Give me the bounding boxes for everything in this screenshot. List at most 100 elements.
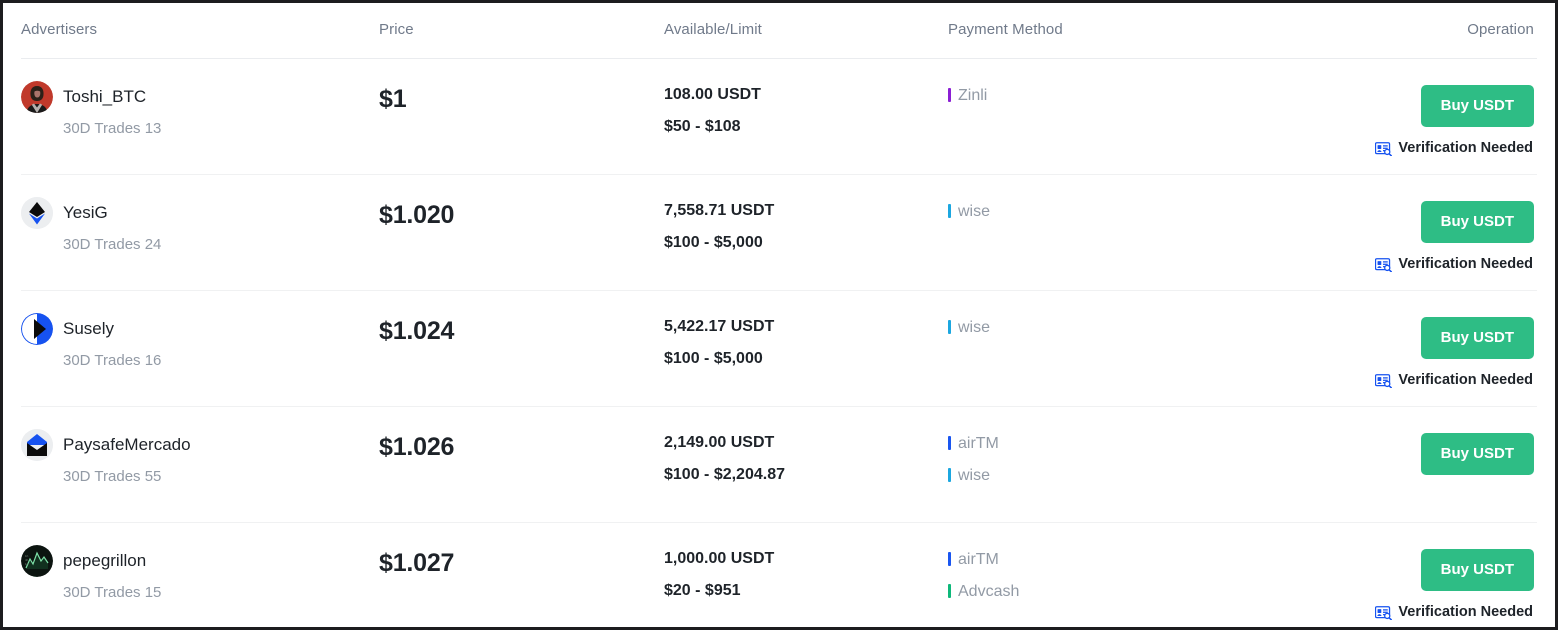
payment-method-cell: Zinli <box>948 85 1311 117</box>
payment-method-color-bar <box>948 320 951 334</box>
id-card-search-icon <box>1375 141 1393 156</box>
payment-method-label: wise <box>958 466 991 484</box>
price-value: $1.024 <box>379 317 455 345</box>
buy-usdt-button[interactable]: Buy USDT <box>1420 85 1534 127</box>
payment-method-cell: airTM wise <box>948 433 1311 497</box>
avatar <box>21 197 53 229</box>
advertiser-cell: PaysafeMercado 30D Trades 55 <box>21 429 379 486</box>
verification-needed-label: Verification Needed <box>1398 256 1533 272</box>
payment-method-label: wise <box>958 202 991 220</box>
table-header-row: Advertisers Price Available/Limit Paymen… <box>21 3 1537 59</box>
available-amount: 7,558.71 USDT <box>664 202 775 219</box>
payment-method-color-bar <box>948 468 951 482</box>
limit-range: $100 - $2,204.87 <box>664 466 785 483</box>
payment-method-label: Zinli <box>958 86 988 104</box>
payment-method-color-bar <box>948 204 951 218</box>
id-card-search-icon <box>1375 373 1393 388</box>
advertiser-name[interactable]: PaysafeMercado <box>63 435 191 455</box>
table-row: PaysafeMercado 30D Trades 55 $1.026 2,149.0… <box>21 407 1537 523</box>
payment-method-label: airTM <box>958 550 999 568</box>
column-header-payment-method: Payment Method <box>948 21 1063 38</box>
column-header-available-limit: Available/Limit <box>664 21 762 38</box>
column-header-advertisers: Advertisers <box>21 21 98 38</box>
table-row: Toshi_BTC 30D Trades 13 $1 108.00 USDT $50 -… <box>21 59 1537 175</box>
payment-method-item: Advcash <box>948 581 1311 601</box>
avatar <box>21 429 53 461</box>
verification-needed-badge: Verification Needed <box>1375 372 1534 389</box>
payment-method-cell: wise <box>948 317 1311 349</box>
buy-usdt-button[interactable]: Buy USDT <box>1420 549 1534 591</box>
available-limit-cell: 5,422.17 USDT $100 - $5,000 <box>664 317 948 368</box>
advertiser-identity[interactable]: Susely <box>21 313 379 345</box>
price-value: $1.020 <box>379 201 455 229</box>
verification-needed-label: Verification Needed <box>1398 140 1533 156</box>
advertiser-name[interactable]: pepegrillon <box>63 551 146 571</box>
advertiser-name[interactable]: Susely <box>63 319 114 339</box>
verification-needed-label: Verification Needed <box>1398 604 1533 620</box>
table-row: YesiG 30D Trades 24 $1.020 7,558.71 USDT $10… <box>21 175 1537 291</box>
payment-method-cell: airTM Advcash <box>948 549 1311 613</box>
limit-range: $100 - $5,000 <box>664 350 763 367</box>
price-value: $1 <box>379 85 407 113</box>
advertiser-identity[interactable]: 1h 4h 1d pepegrillon <box>21 545 379 577</box>
payment-method-item: wise <box>948 317 1311 337</box>
buy-usdt-button[interactable]: Buy USDT <box>1420 433 1534 475</box>
operation-cell: Buy USDT Verification Needed <box>1311 85 1537 157</box>
advertiser-identity[interactable]: Toshi_BTC <box>21 81 379 113</box>
buy-usdt-button[interactable]: Buy USDT <box>1420 201 1534 243</box>
advertiser-trades: 30D Trades 16 <box>63 352 162 369</box>
p2p-advertisers-screen: Advertisers Price Available/Limit Paymen… <box>0 0 1558 630</box>
advertiser-cell: YesiG 30D Trades 24 <box>21 197 379 254</box>
available-amount: 5,422.17 USDT <box>664 318 775 335</box>
id-card-search-icon <box>1375 605 1393 620</box>
price-cell: $1.020 <box>379 201 664 229</box>
price-cell: $1.027 <box>379 549 664 577</box>
id-card-search-icon <box>1375 257 1393 272</box>
advertiser-name[interactable]: Toshi_BTC <box>63 87 146 107</box>
payment-method-color-bar <box>948 552 951 566</box>
advertisers-table: Advertisers Price Available/Limit Paymen… <box>3 3 1555 627</box>
advertiser-trades: 30D Trades 13 <box>63 120 162 137</box>
advertiser-identity[interactable]: PaysafeMercado <box>21 429 379 461</box>
advertiser-cell: Toshi_BTC 30D Trades 13 <box>21 81 379 138</box>
available-amount: 2,149.00 USDT <box>664 434 775 451</box>
operation-cell: Buy USDT Verification Needed <box>1311 549 1537 621</box>
payment-method-item: Zinli <box>948 85 1311 105</box>
table-row: 1h 4h 1d pepegrillon 30D Trades 15 $1.027 1,00… <box>21 523 1537 627</box>
verification-needed-badge: Verification Needed <box>1375 256 1534 273</box>
price-value: $1.026 <box>379 433 455 461</box>
operation-cell: Buy USDT Verification Needed <box>1311 317 1537 389</box>
verification-needed-label: Verification Needed <box>1398 372 1533 388</box>
avatar <box>21 81 53 113</box>
buy-usdt-button[interactable]: Buy USDT <box>1420 317 1534 359</box>
advertiser-trades: 30D Trades 15 <box>63 584 162 601</box>
payment-method-item: wise <box>948 465 1311 485</box>
price-cell: $1 <box>379 85 664 113</box>
payment-method-cell: wise <box>948 201 1311 233</box>
limit-range: $50 - $108 <box>664 118 741 135</box>
available-limit-cell: 2,149.00 USDT $100 - $2,204.87 <box>664 433 948 484</box>
avatar <box>21 313 53 345</box>
payment-method-label: Advcash <box>958 582 1020 600</box>
available-limit-cell: 1,000.00 USDT $20 - $951 <box>664 549 948 600</box>
avatar: 1h 4h 1d <box>21 545 53 577</box>
advertiser-trades: 30D Trades 55 <box>63 468 162 485</box>
payment-method-label: airTM <box>958 434 999 452</box>
available-limit-cell: 108.00 USDT $50 - $108 <box>664 85 948 136</box>
advertiser-name[interactable]: YesiG <box>63 203 108 223</box>
available-limit-cell: 7,558.71 USDT $100 - $5,000 <box>664 201 948 252</box>
payment-method-color-bar <box>948 584 951 598</box>
price-cell: $1.024 <box>379 317 664 345</box>
advertiser-identity[interactable]: YesiG <box>21 197 379 229</box>
verification-needed-badge: Verification Needed <box>1375 140 1534 157</box>
verification-needed-badge: Verification Needed <box>1375 604 1534 621</box>
payment-method-item: airTM <box>948 433 1311 453</box>
available-amount: 1,000.00 USDT <box>664 550 775 567</box>
svg-text:1d: 1d <box>25 562 29 566</box>
payment-method-color-bar <box>948 436 951 450</box>
price-cell: $1.026 <box>379 433 664 461</box>
available-amount: 108.00 USDT <box>664 86 761 103</box>
advertiser-cell: Susely 30D Trades 16 <box>21 313 379 370</box>
payment-method-item: wise <box>948 201 1311 221</box>
payment-method-item: airTM <box>948 549 1311 569</box>
